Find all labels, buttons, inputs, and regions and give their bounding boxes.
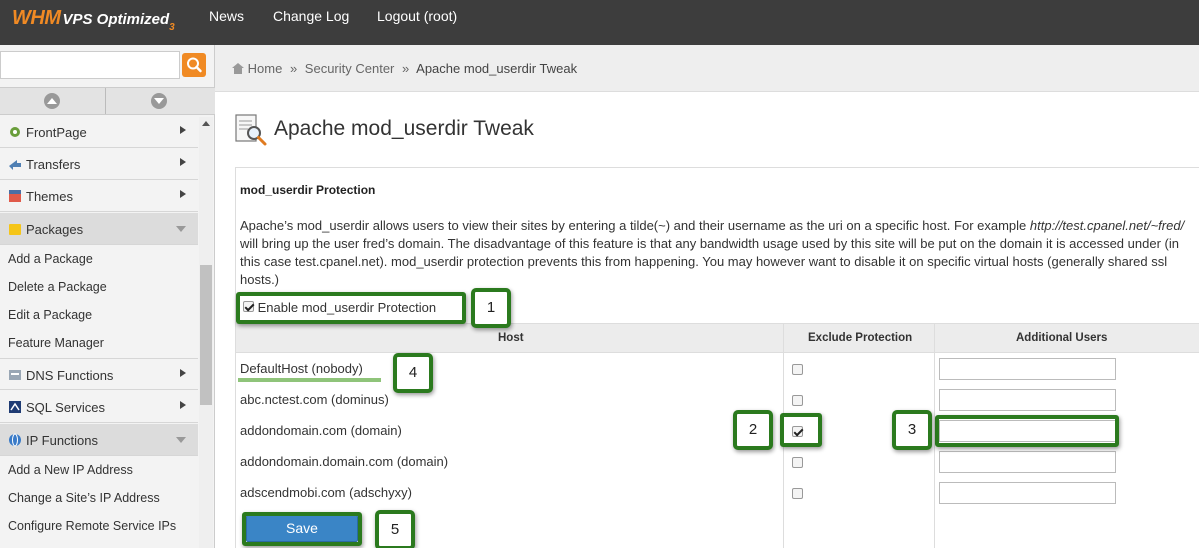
- exclude-checkbox[interactable]: [792, 457, 803, 468]
- scroll-down-button[interactable]: [151, 93, 167, 109]
- breadcrumb: Home » Security Center » Apache mod_user…: [232, 61, 577, 76]
- sidebar-item-label: FrontPage: [26, 125, 87, 140]
- sidebar-item-label: SQL Services: [26, 400, 105, 415]
- annotation-badge-1: 1: [471, 288, 511, 328]
- chevron-right-icon: [180, 190, 186, 198]
- nav-logout[interactable]: Logout (root): [377, 8, 457, 24]
- scrollbar-thumb[interactable]: [200, 265, 212, 405]
- sidebar-item-label: Transfers: [26, 157, 81, 172]
- home-icon: [232, 63, 244, 74]
- search-button[interactable]: [182, 53, 206, 77]
- chevron-down-icon: [154, 98, 164, 104]
- column-header-exclude: Exclude Protection: [808, 332, 913, 344]
- document-magnifier-icon: [235, 114, 267, 146]
- additional-users-input[interactable]: [939, 482, 1116, 504]
- exclude-checkbox[interactable]: [792, 364, 803, 375]
- annotation-highlight-enable: [236, 292, 466, 324]
- host-cell: abc.nctest.com (dominus): [240, 392, 389, 407]
- sidebar-item-packages[interactable]: Packages: [0, 213, 198, 245]
- sidebar-item-sql-services[interactable]: SQL Services: [0, 391, 198, 423]
- logo-main-text: WHM: [12, 7, 61, 29]
- annotation-badge-2: 2: [733, 410, 773, 450]
- sidebar-item-label: Themes: [26, 189, 73, 204]
- logo-sub-text: VPS Optimized: [62, 11, 170, 28]
- host-cell: addondomain.domain.com (domain): [240, 454, 449, 469]
- sidebar-item-label: Packages: [26, 222, 84, 237]
- sidebar-link-edit-package[interactable]: Edit a Package: [8, 308, 92, 322]
- top-navbar: WHM VPS Optimized3 News Change Log Logout…: [0, 0, 1199, 45]
- chevron-right-icon: [180, 401, 186, 409]
- nav-change-log[interactable]: Change Log: [273, 8, 349, 24]
- sidebar-item-ip-functions[interactable]: IP Functions: [0, 424, 198, 456]
- scrollbar-up-arrow[interactable]: [202, 121, 210, 126]
- whm-logo[interactable]: WHM VPS Optimized3: [12, 7, 175, 33]
- breadcrumb-current: Apache mod_userdir Tweak: [416, 61, 578, 76]
- section-title: mod_userdir Protection: [240, 183, 376, 197]
- sidebar-item-label: IP Functions: [26, 433, 99, 448]
- sidebar-item-label: DNS Functions: [26, 368, 114, 383]
- sidebar-item-transfers[interactable]: Transfers: [0, 148, 198, 180]
- chevron-up-icon: [47, 98, 57, 104]
- transfers-icon: [9, 160, 21, 170]
- whm-window: WHM VPS Optimized3 News Change Log Logout…: [0, 0, 1199, 548]
- additional-users-input[interactable]: [939, 389, 1116, 411]
- description: Apache’s mod_userdir allows users to vie…: [240, 217, 1190, 289]
- breadcrumb-bar: Home » Security Center » Apache mod_user…: [215, 45, 1199, 92]
- chevron-right-icon: [180, 369, 186, 377]
- sidebar-link-delete-package[interactable]: Delete a Package: [8, 280, 107, 294]
- exclude-checkbox[interactable]: [792, 395, 803, 406]
- annotation-badge-4: 4: [393, 353, 433, 393]
- sql-icon: [9, 401, 21, 413]
- nav-news[interactable]: News: [209, 8, 244, 24]
- arrows-divider: [105, 88, 106, 114]
- logo-version: 3: [169, 22, 175, 33]
- chevron-right-icon: [180, 158, 186, 166]
- page-title: Apache mod_userdir Tweak: [274, 117, 534, 140]
- sidebar-link-add-ip[interactable]: Add a New IP Address: [8, 463, 133, 477]
- themes-icon: [9, 190, 21, 202]
- additional-users-input[interactable]: [939, 358, 1116, 380]
- sidebar-link-add-package[interactable]: Add a Package: [8, 252, 93, 266]
- sidebar-item-dns-functions[interactable]: DNS Functions: [0, 358, 198, 390]
- column-header-users: Additional Users: [1016, 332, 1108, 344]
- annotation-underline-defaulthost: [238, 378, 381, 382]
- sidebar-link-remote-service-ips[interactable]: Configure Remote Service IPs: [8, 519, 176, 533]
- chevron-right-icon: [180, 126, 186, 134]
- packages-icon: [9, 224, 21, 235]
- annotation-highlight-exclude: [780, 413, 822, 447]
- description-text: Apache’s mod_userdir allows users to vie…: [240, 218, 1030, 233]
- table-header: Host Exclude Protection Additional Users: [236, 323, 1199, 353]
- annotation-highlight-users: [935, 415, 1119, 447]
- annotation-badge-5: 5: [375, 510, 415, 548]
- annotation-highlight-save: [242, 512, 362, 546]
- example-url: http://test.cpanel.net/~fred/: [1029, 218, 1185, 233]
- exclude-checkbox[interactable]: [792, 488, 803, 499]
- ip-icon: [9, 433, 21, 447]
- search-icon: [187, 57, 202, 73]
- breadcrumb-separator: »: [289, 61, 298, 76]
- breadcrumb-home[interactable]: Home: [248, 61, 283, 76]
- sidebar-item-themes[interactable]: Themes: [0, 180, 198, 212]
- chevron-down-icon: [176, 226, 186, 232]
- annotation-badge-3: 3: [892, 410, 932, 450]
- description-text: will bring up the user fred’s domain. Th…: [240, 236, 1179, 287]
- sidebar: FrontPage Transfers Themes Packages Add …: [0, 45, 215, 548]
- scroll-up-button[interactable]: [44, 93, 60, 109]
- breadcrumb-security-center[interactable]: Security Center: [305, 61, 395, 76]
- host-cell: DefaultHost (nobody): [240, 361, 363, 376]
- search-input[interactable]: [0, 51, 180, 79]
- frontpage-icon: [10, 127, 20, 137]
- breadcrumb-separator: »: [402, 61, 410, 76]
- additional-users-input[interactable]: [939, 451, 1116, 473]
- sidebar-link-change-site-ip[interactable]: Change a Site’s IP Address: [8, 491, 160, 505]
- dns-icon: [9, 370, 21, 380]
- sidebar-scroll-arrows: [0, 87, 215, 115]
- column-header-host: Host: [498, 332, 524, 344]
- host-cell: addondomain.com (domain): [240, 423, 402, 438]
- sidebar-link-feature-manager[interactable]: Feature Manager: [8, 336, 104, 350]
- chevron-down-icon: [176, 437, 186, 443]
- sidebar-item-frontpage[interactable]: FrontPage: [0, 116, 198, 148]
- host-cell: adscendmobi.com (adschyxy): [240, 485, 412, 500]
